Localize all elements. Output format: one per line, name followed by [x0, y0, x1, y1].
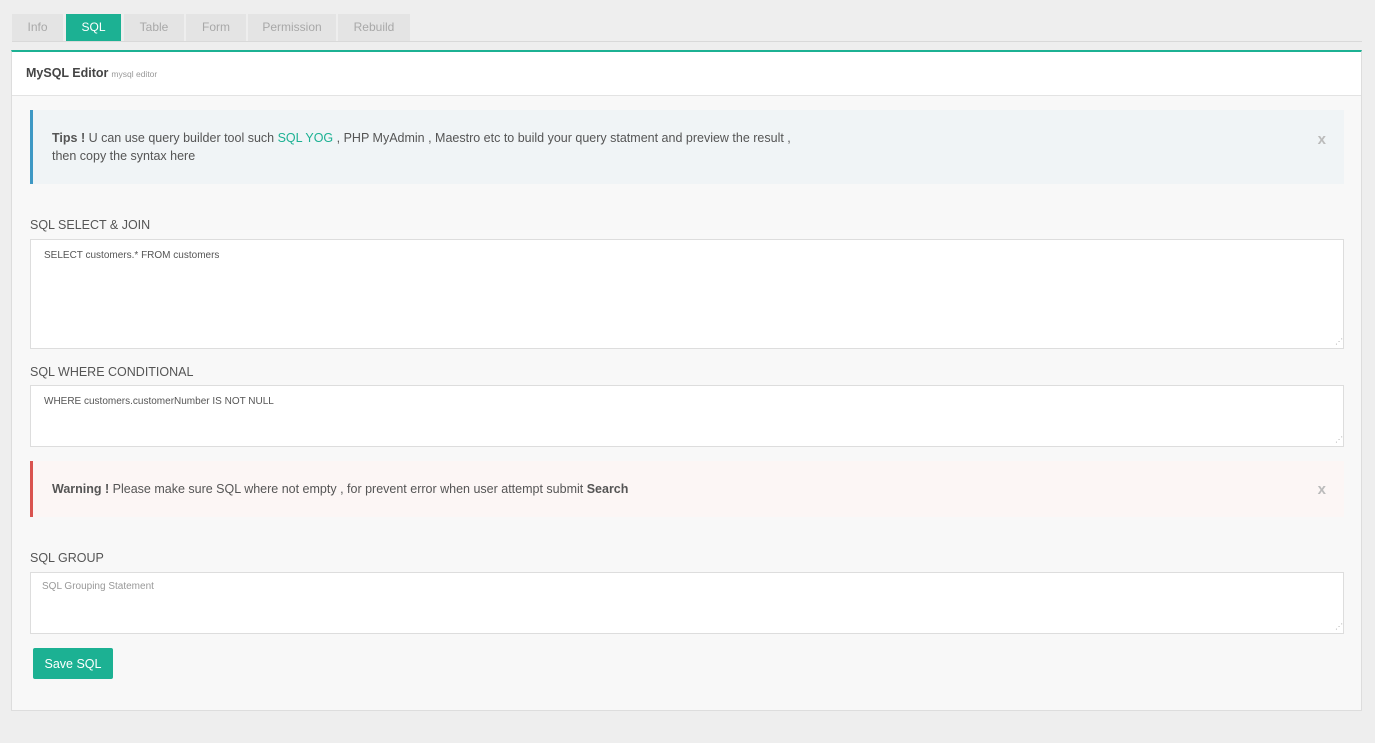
tips-line-1: Tips ! U can use query builder tool such… [52, 129, 1344, 147]
tab-table[interactable]: Table [124, 14, 184, 41]
warning-line: Warning ! Please make sure SQL where not… [52, 480, 1344, 498]
sql-editor-panel: MySQL Editor mysql editor Tips ! U can us… [11, 50, 1362, 711]
panel-title-text: MySQL Editor [26, 66, 109, 80]
select-join-textarea[interactable]: SELECT customers.* FROM customers [30, 239, 1344, 349]
resize-grip-icon[interactable]: ⋰ [1331, 336, 1343, 348]
save-sql-button[interactable]: Save SQL [33, 648, 113, 679]
tips-alert: Tips ! U can use query builder tool such… [30, 110, 1344, 184]
panel-title: MySQL Editor mysql editor [26, 66, 157, 80]
where-label: SQL WHERE CONDITIONAL [30, 365, 194, 379]
resize-grip-icon[interactable]: ⋰ [1331, 434, 1343, 446]
tab-info[interactable]: Info [12, 14, 63, 41]
tips-strong: Tips ! [52, 131, 86, 145]
warning-close-icon[interactable]: x [1318, 481, 1326, 499]
sql-yog-link[interactable]: SQL YOG [278, 131, 334, 145]
tab-sql[interactable]: SQL [66, 14, 121, 41]
warning-emphasis: Search [586, 482, 629, 496]
tab-form[interactable]: Form [186, 14, 246, 41]
resize-grip-icon[interactable]: ⋰ [1331, 621, 1343, 633]
tips-text-before: U can use query builder tool such [85, 131, 278, 145]
group-label: SQL GROUP [30, 551, 104, 565]
group-textarea[interactable] [30, 572, 1344, 634]
tab-permission[interactable]: Permission [248, 14, 336, 41]
select-join-label: SQL SELECT & JOIN [30, 218, 151, 232]
warning-text: Please make sure SQL where not empty , f… [109, 482, 587, 496]
tab-bar: Info SQL Table Form Permission Rebuild [12, 14, 1362, 42]
tab-rebuild[interactable]: Rebuild [338, 14, 410, 41]
where-textarea[interactable]: WHERE customers.customerNumber IS NOT NU… [30, 385, 1344, 447]
panel-header: MySQL Editor mysql editor [12, 52, 1361, 96]
panel-subtitle: mysql editor [111, 69, 158, 79]
tips-line-2: then copy the syntax here [52, 149, 196, 163]
tips-text-after: , PHP MyAdmin , Maestro etc to build you… [333, 131, 791, 145]
tips-close-icon[interactable]: x [1318, 131, 1326, 149]
warning-alert: Warning ! Please make sure SQL where not… [30, 461, 1344, 517]
warning-strong: Warning ! [52, 482, 110, 496]
